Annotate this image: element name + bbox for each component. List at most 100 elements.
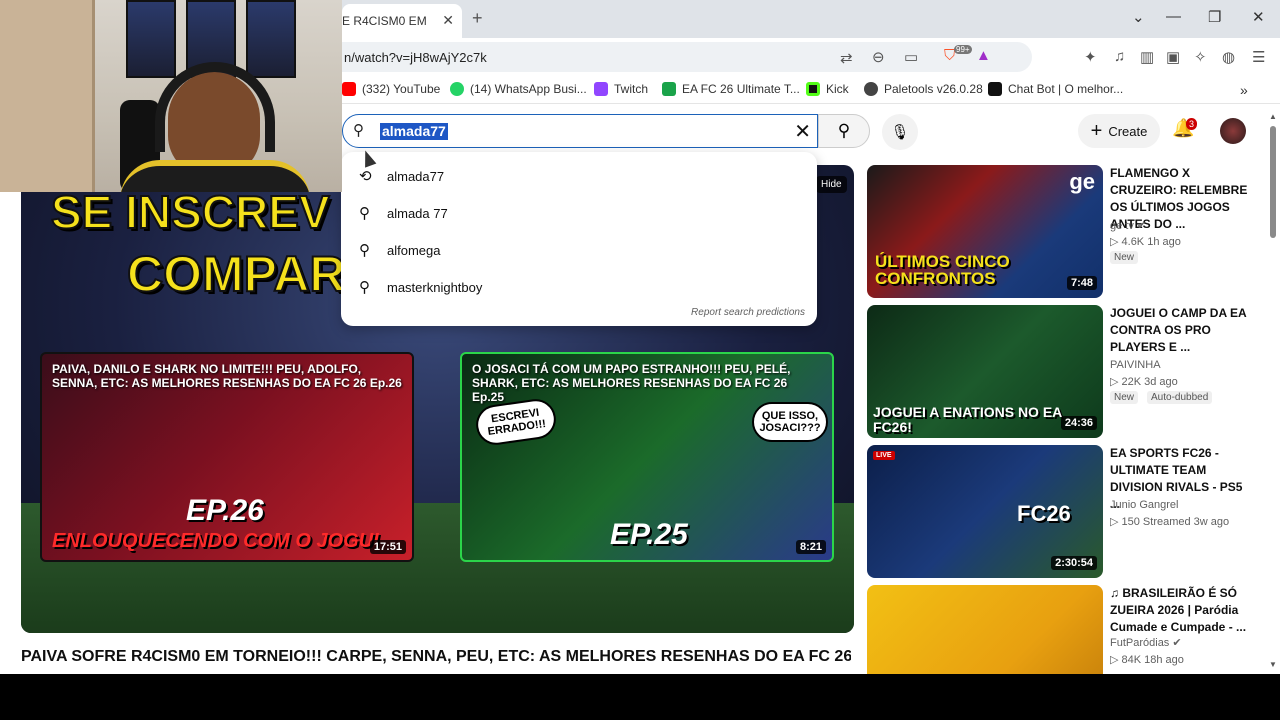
maximize-button[interactable]: ❐ (1208, 8, 1221, 26)
channel-name[interactable]: Junio Gangrel (1110, 499, 1179, 511)
bookmark-label: Paletools v26.0.28 (884, 82, 983, 96)
translate-icon[interactable]: ⇄ (840, 49, 853, 67)
search-suggestions-dropdown: ⟲ almada77 ⚲ almada 77 ⚲ alfomega ⚲ mast… (341, 152, 817, 326)
suggestion-item[interactable]: ⟲ almada77 (341, 158, 817, 194)
search-button[interactable]: ⚲ (818, 114, 870, 148)
bookmark-youtube[interactable]: (332) YouTube (342, 82, 440, 96)
tab-title: E R4CISM0 EM TO (342, 14, 430, 28)
bookmark-label: (332) YouTube (362, 82, 441, 96)
suggestion-text: masterknightboy (387, 279, 483, 295)
media-icon[interactable]: ♫ (1114, 48, 1125, 65)
endscreen-video-card[interactable]: O JOSACI TÁ COM UM PAPO ESTRANHO!!! PEU,… (460, 352, 834, 562)
notification-count-badge: 3 (1186, 118, 1198, 130)
suggestion-item[interactable]: ⚲ alfomega (341, 232, 817, 268)
webcam-overlay (0, 0, 342, 192)
search-icon: ⚲ (359, 242, 370, 259)
search-icon: ⚲ (359, 279, 370, 296)
speech-bubble: QUE ISSO, JOSACI??? (752, 402, 828, 442)
suggestion-text: almada77 (387, 168, 445, 184)
bookmark-chatbot[interactable]: Chat Bot | O melhor... (988, 82, 1123, 96)
endscreen-video-card[interactable]: PAIVA, DANILO E SHARK NO LIMITE!!! PEU, … (40, 352, 414, 562)
suggestion-text: alfomega (387, 242, 441, 258)
rewards-icon[interactable]: ▲ (976, 47, 991, 64)
suggestion-text: almada 77 (387, 205, 448, 221)
channel-name[interactable]: PAIVINHA (1110, 359, 1161, 371)
suggestion-item[interactable]: ⚲ masterknightboy (341, 269, 817, 305)
channel-logo: ge (1069, 169, 1095, 194)
leo-icon[interactable]: ✧ (1194, 48, 1207, 66)
create-button[interactable]: + Create (1078, 114, 1160, 148)
bookmark-twitch[interactable]: Twitch (594, 82, 648, 96)
channel-label: FutParódias (1110, 637, 1170, 649)
bookmark-ea-fc[interactable]: EA FC 26 Ultimate T... (662, 82, 800, 96)
search-icon: ⚲ (837, 121, 851, 140)
youtube-icon (342, 82, 356, 96)
hide-button[interactable]: Hide (816, 176, 847, 193)
avatar[interactable] (1220, 118, 1246, 144)
suggestion-item[interactable]: ⚲ almada 77 (341, 195, 817, 231)
tab-search-icon[interactable]: ⌄ (1132, 8, 1145, 26)
ea-icon (662, 82, 676, 96)
minimize-button[interactable]: — (1166, 8, 1181, 25)
vpn-icon[interactable]: ◍ (1222, 48, 1235, 66)
bookmark-whatsapp[interactable]: (14) WhatsApp Busi... (450, 82, 587, 96)
screen: E R4CISM0 EM TO ✕ + ⌄ — ❐ ✕ n/watch?v=jH… (0, 0, 1280, 720)
scroll-down-icon[interactable]: ▼ (1269, 660, 1277, 669)
recommended-video[interactable]: LIVE FC26 2:30:54 EA SPORTS FC26 - ULTIM… (867, 445, 1267, 579)
cast-icon[interactable]: ▭ (904, 48, 918, 66)
close-window-button[interactable]: ✕ (1252, 8, 1265, 26)
recommended-video[interactable]: JOGUEI A ENATIONS NO EA FC26! 24:36 JOGU… (867, 305, 1267, 439)
search-icon: ⚲ (353, 122, 364, 139)
bookmark-label: Twitch (614, 82, 649, 96)
speech-bubble: ESCREVI ERRADO!!! (473, 396, 559, 448)
bookmark-label: (14) WhatsApp Busi... (470, 82, 587, 96)
video-thumbnail[interactable]: LIVE FC26 2:30:54 (867, 445, 1103, 578)
menu-icon[interactable]: ☰ (1252, 48, 1265, 66)
browser-tab[interactable]: E R4CISM0 EM TO ✕ (342, 4, 462, 38)
scroll-up-icon[interactable]: ▲ (1269, 112, 1277, 121)
clear-search-icon[interactable]: ✕ (794, 119, 811, 144)
channel-name[interactable]: FutParódias ✔ (1110, 636, 1182, 649)
video-meta: ▷ 22K 3d ago (1110, 376, 1178, 388)
twitch-icon (594, 82, 608, 96)
video-thumbnail[interactable]: ge ÚLTIMOS CINCO CONFRONTOS 7:48 (867, 165, 1103, 298)
report-predictions-link[interactable]: Report search predictions (691, 307, 805, 318)
card-episode: EP.26 (186, 494, 264, 527)
auto-dubbed-badge: Auto-dubbed (1147, 391, 1213, 404)
new-badge: New (1110, 391, 1139, 404)
page-scrollbar[interactable]: ▲ ▼ (1268, 112, 1278, 672)
verified-icon: ✔ (1136, 220, 1147, 232)
browser-tabstrip: E R4CISM0 EM TO ✕ + ⌄ — ❐ ✕ (342, 0, 1280, 38)
verified-icon: ✔ (1172, 637, 1182, 649)
sidebar-icon[interactable]: ▥ (1140, 48, 1154, 66)
bookmark-paletools[interactable]: Paletools v26.0.28 (864, 82, 983, 96)
video-duration: 2:30:54 (1051, 556, 1097, 570)
zoom-icon[interactable]: ⊖ (872, 48, 885, 66)
mic-icon: 🎙 (890, 124, 910, 141)
search-icon: ⚲ (359, 205, 370, 222)
video-title[interactable]: ♫ BRASILEIRÃO É SÓ ZUEIRA 2026 | Paródia… (1110, 585, 1252, 636)
more-bookmarks-icon[interactable]: » (1240, 82, 1248, 98)
search-input[interactable]: ⚲ almada77 ✕ (342, 114, 818, 148)
voice-search-button[interactable]: 🎙 (882, 114, 918, 150)
bookmark-kick[interactable]: Kick (806, 82, 849, 96)
video-thumbnail[interactable]: JOGUEI A ENATIONS NO EA FC26! 24:36 (867, 305, 1103, 438)
new-tab-button[interactable]: + (472, 8, 483, 29)
recommended-video[interactable]: ge ÚLTIMOS CINCO CONFRONTOS 7:48 FLAMENG… (867, 165, 1267, 299)
search-query-text[interactable]: almada77 (380, 123, 448, 140)
url-text[interactable]: n/watch?v=jH8wAjY2c7k (344, 50, 487, 65)
video-title[interactable]: JOGUEI O CAMP DA EA CONTRA OS PRO PLAYER… (1110, 305, 1252, 356)
scrollbar-thumb[interactable] (1270, 126, 1276, 238)
video-duration: 17:51 (369, 540, 406, 554)
plus-icon: + (1090, 120, 1103, 142)
extensions-icon[interactable]: ✦ (1084, 48, 1097, 66)
bookmarks-bar: (332) YouTube (14) WhatsApp Busi... Twit… (342, 76, 1280, 104)
tab-close-icon[interactable]: ✕ (442, 12, 454, 29)
channel-name[interactable]: ge tv ✔ (1110, 219, 1146, 232)
address-bar[interactable]: n/watch?v=jH8wAjY2c7k ⇄ ⊖ ▭ ⛉ 99+ ▲ (342, 42, 1032, 72)
video-meta: ▷ 4.6K 1h ago (1110, 236, 1181, 248)
bookmark-label: EA FC 26 Ultimate T... (682, 82, 800, 96)
wallet-icon[interactable]: ▣ (1166, 48, 1180, 66)
webcam-poster (246, 0, 296, 78)
kick-icon (806, 82, 820, 96)
